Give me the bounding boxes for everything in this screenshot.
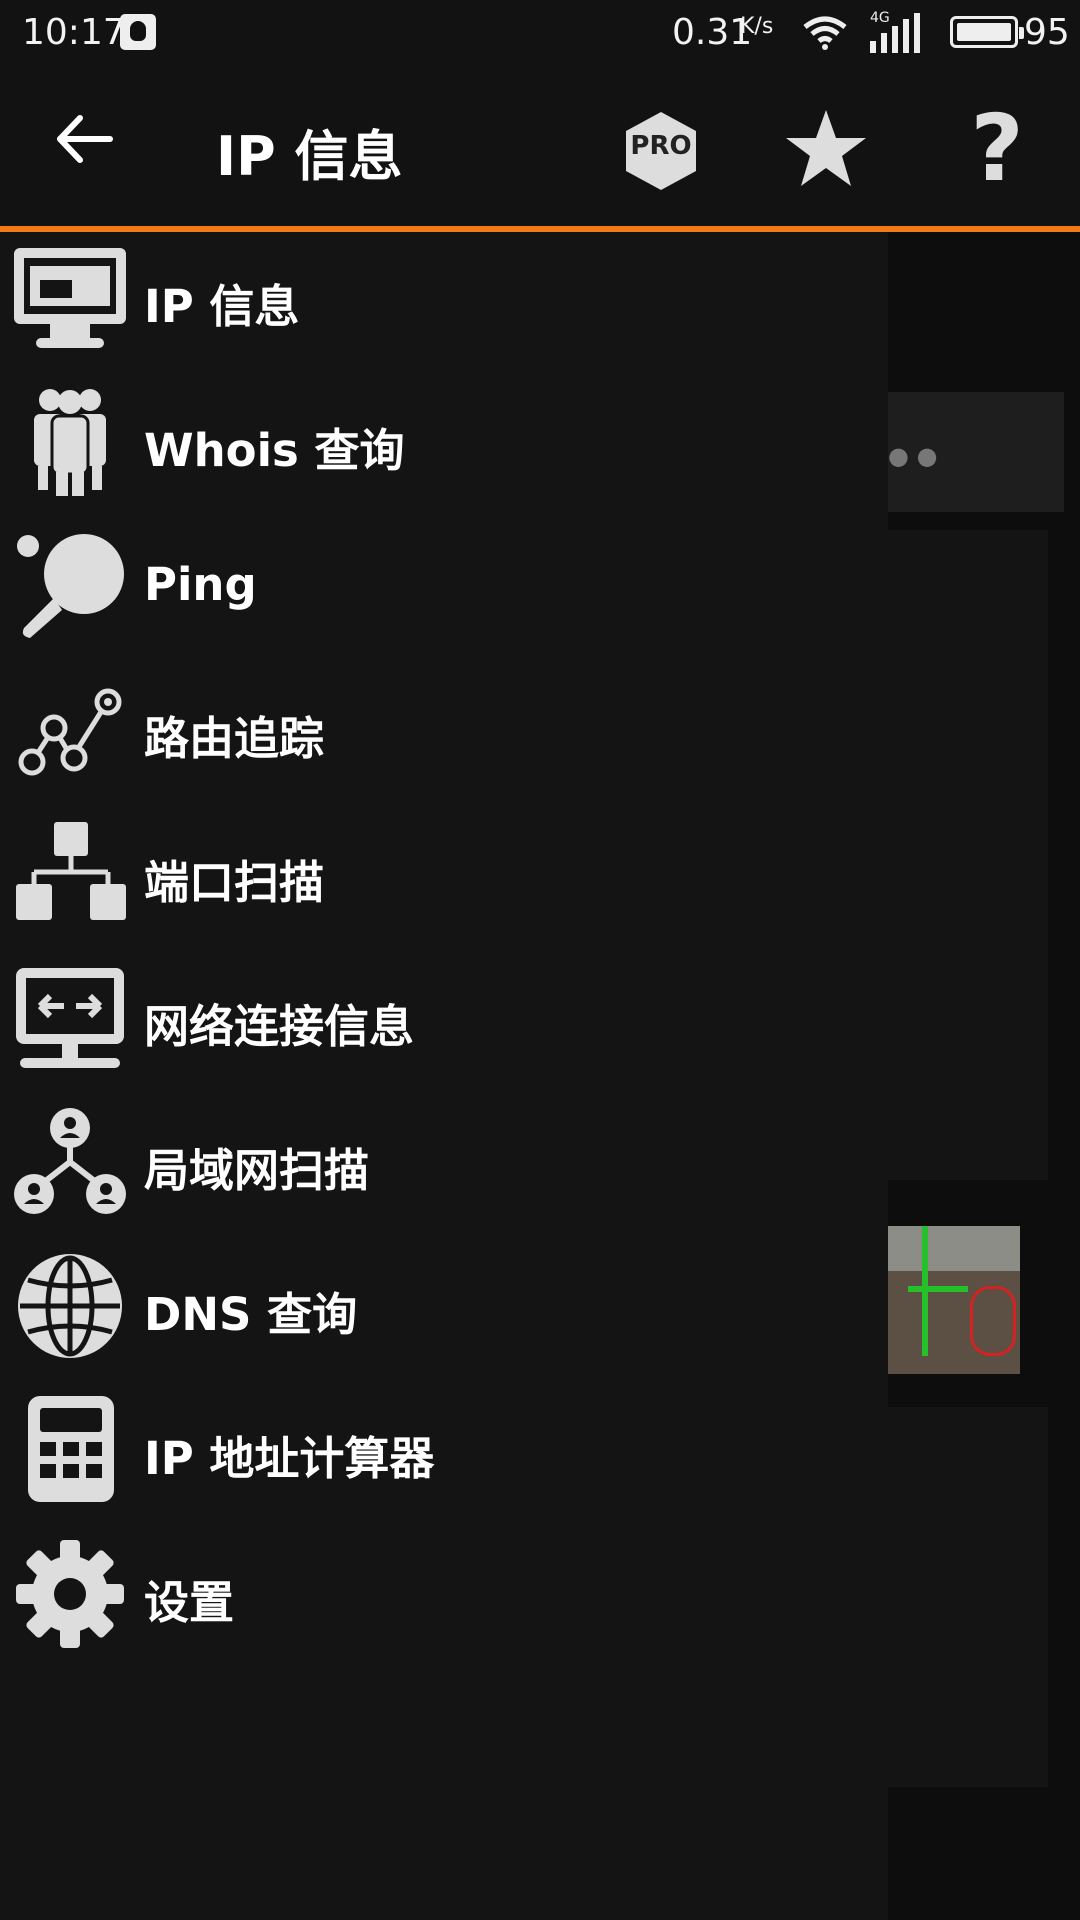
calculator-icon — [28, 1396, 114, 1502]
star-icon[interactable] — [784, 106, 868, 190]
drawer-item-network-connections[interactable]: 网络连接信息 — [0, 958, 888, 1078]
drawer-item-whois[interactable]: Whois 查询 — [0, 382, 888, 502]
drawer-item-label: Ping — [144, 558, 257, 611]
drawer-item-label: Whois 查询 — [144, 424, 405, 477]
nav-drawer: IP 信息 Whois 查询 Ping 路由追踪 端口扫描 网络连接信息 局域网… — [0, 232, 888, 1920]
drawer-item-label: 局域网扫描 — [144, 1144, 370, 1197]
globe-icon — [18, 1254, 122, 1358]
drawer-item-port-scan[interactable]: 端口扫描 — [0, 814, 888, 934]
background-thumbnail — [888, 1226, 1020, 1374]
drawer-item-label: 网络连接信息 — [144, 1000, 415, 1053]
drawer-item-label: DNS 查询 — [144, 1288, 358, 1341]
qq-icon — [120, 14, 156, 50]
drawer-item-ping[interactable]: Ping — [0, 526, 888, 646]
drawer-item-dns-lookup[interactable]: DNS 查询 — [0, 1246, 888, 1366]
battery-icon — [950, 16, 1024, 48]
network-connection-icon — [16, 968, 124, 1068]
app-bar — [0, 66, 1080, 226]
status-time: 10:17 — [22, 12, 126, 53]
drawer-item-traceroute[interactable]: 路由追踪 — [0, 670, 888, 790]
background-card — [888, 1407, 1048, 1787]
page-title: IP 信息 — [216, 125, 403, 188]
drawer-item-label: 路由追踪 — [144, 712, 325, 765]
drawer-item-ip-info[interactable]: IP 信息 — [0, 238, 888, 358]
status-bar: 10:17 0.31 K/s 4G 95 — [0, 0, 1080, 66]
drawer-item-settings[interactable]: 设置 — [0, 1534, 888, 1654]
pro-button-label[interactable]: PRO — [620, 131, 702, 161]
monitor-icon — [14, 248, 126, 348]
gear-icon — [16, 1540, 124, 1648]
drawer-item-lan-scan[interactable]: 局域网扫描 — [0, 1102, 888, 1222]
background-content: ● ● — [888, 232, 1080, 1920]
drawer-item-label: 端口扫描 — [144, 856, 325, 909]
people-icon — [34, 389, 106, 496]
lan-scan-icon — [14, 1108, 126, 1214]
battery-level: 95 — [1024, 12, 1070, 53]
ping-pong-icon — [17, 534, 124, 638]
drawer-item-label: IP 地址计算器 — [144, 1432, 435, 1485]
net-unit: K/s — [740, 14, 774, 39]
help-button[interactable]: ? — [962, 103, 1032, 195]
signal-icon — [870, 13, 920, 53]
port-scan-icon — [16, 822, 126, 920]
drawer-item-label: 设置 — [144, 1576, 235, 1629]
back-arrow-icon[interactable] — [48, 104, 118, 174]
route-icon — [18, 688, 122, 776]
background-dots: ● ● — [888, 442, 938, 470]
drawer-item-label: IP 信息 — [144, 280, 300, 333]
drawer-item-ip-calculator[interactable]: IP 地址计算器 — [0, 1390, 888, 1510]
wifi-icon — [803, 16, 847, 50]
background-card — [888, 530, 1048, 1180]
